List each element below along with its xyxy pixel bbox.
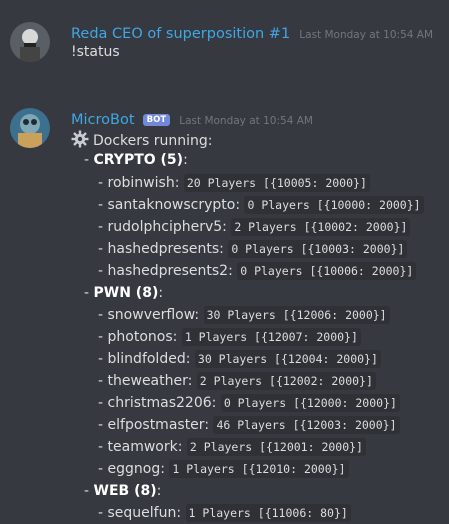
item-stats: 0 Players [{10000: 2000}]: [244, 196, 424, 214]
avatar[interactable]: [10, 22, 50, 62]
item-name: eggnog: [107, 461, 161, 477]
item-name: teamwork: [107, 439, 178, 455]
item-name: sequelfun: [107, 505, 177, 521]
list-item: - theweather: 2 Players [{12002: 2000}]: [98, 372, 376, 390]
list-item: - santaknowscrypto: 0 Players [{10000: 2…: [98, 196, 424, 214]
list-item: - robinwish: 20 Players [{10005: 2000}]: [98, 174, 370, 192]
item-stats: 2 Players [{12002: 2000}]: [196, 372, 376, 390]
item-stats: 0 Players [{12000: 2000}]: [220, 394, 400, 412]
item-stats: 1 Players [{11006: 80}]: [185, 504, 351, 522]
timestamp: Last Monday at 10:54 AM: [179, 115, 313, 127]
bot-username[interactable]: MicroBot: [71, 112, 135, 128]
list-item: - christmas2206: 0 Players [{12000: 2000…: [98, 394, 400, 412]
bot-avatar[interactable]: [10, 108, 50, 148]
category-crypto: - CRYPTO (5):: [84, 152, 188, 168]
message-text: !status: [71, 44, 120, 60]
item-stats: 2 Players [{12001: 2000}]: [186, 438, 366, 456]
item-stats: 0 Players [{10003: 2000}]: [228, 240, 408, 258]
list-item: - rudolphcipherv5: 2 Players [{10002: 20…: [98, 218, 411, 236]
list-item: - photonos: 1 Players [{12007: 2000}]: [98, 328, 361, 346]
username[interactable]: Reda CEO of superposition #1: [71, 26, 290, 42]
item-stats: 30 Players [{12006: 2000}]: [203, 306, 390, 324]
bot-badge: BOT: [142, 114, 171, 126]
item-stats: 2 Players [{10002: 2000}]: [231, 218, 411, 236]
item-stats: 1 Players [{12010: 2000}]: [169, 460, 349, 478]
item-stats: 0 Players [{10006: 2000}]: [237, 262, 417, 280]
category-label: PWN (8): [93, 285, 159, 301]
list-item: - hashedpresents2: 0 Players [{10006: 20…: [98, 262, 417, 280]
item-name: christmas2206: [107, 395, 212, 411]
category-web: - WEB (8):: [84, 483, 162, 499]
item-stats: 46 Players [{12003: 2000}]: [213, 416, 400, 434]
item-stats: 30 Players [{12004: 2000}]: [194, 350, 381, 368]
list-item: - elfpostmaster: 46 Players [{12003: 200…: [98, 416, 400, 434]
item-name: robinwish: [107, 175, 175, 191]
list-item: - sequelfun: 1 Players [{11006: 80}]: [98, 504, 351, 522]
dockers-heading: Dockers running:: [71, 130, 213, 149]
gear-icon: [71, 130, 89, 148]
category-label: CRYPTO (5): [93, 152, 184, 168]
message-user-reda: Reda CEO of superposition #1 Last Monday…: [0, 0, 449, 80]
item-name: santaknowscrypto: [107, 197, 236, 213]
item-name: hashedpresents2: [107, 263, 229, 279]
list-item: - teamwork: 2 Players [{12001: 2000}]: [98, 438, 366, 456]
item-name: blindfolded: [107, 351, 186, 367]
item-name: snowverflow: [107, 307, 195, 323]
item-name: theweather: [107, 373, 188, 389]
item-name: rudolphcipherv5: [107, 219, 223, 235]
item-stats: 20 Players [{10005: 2000}]: [183, 174, 370, 192]
category-pwn: - PWN (8):: [84, 285, 164, 301]
item-name: hashedpresents: [107, 241, 220, 257]
heading-text: Dockers running:: [93, 133, 213, 149]
list-item: - snowverflow: 30 Players [{12006: 2000}…: [98, 306, 390, 324]
item-stats: 1 Players [{12007: 2000}]: [181, 328, 361, 346]
category-label: WEB (8): [93, 483, 157, 499]
list-item: - eggnog: 1 Players [{12010: 2000}]: [98, 460, 349, 478]
item-name: photonos: [107, 329, 173, 345]
list-item: - blindfolded: 30 Players [{12004: 2000}…: [98, 350, 381, 368]
list-item: - hashedpresents: 0 Players [{10003: 200…: [98, 240, 408, 258]
timestamp: Last Monday at 10:54 AM: [299, 29, 434, 41]
item-name: elfpostmaster: [107, 417, 205, 433]
